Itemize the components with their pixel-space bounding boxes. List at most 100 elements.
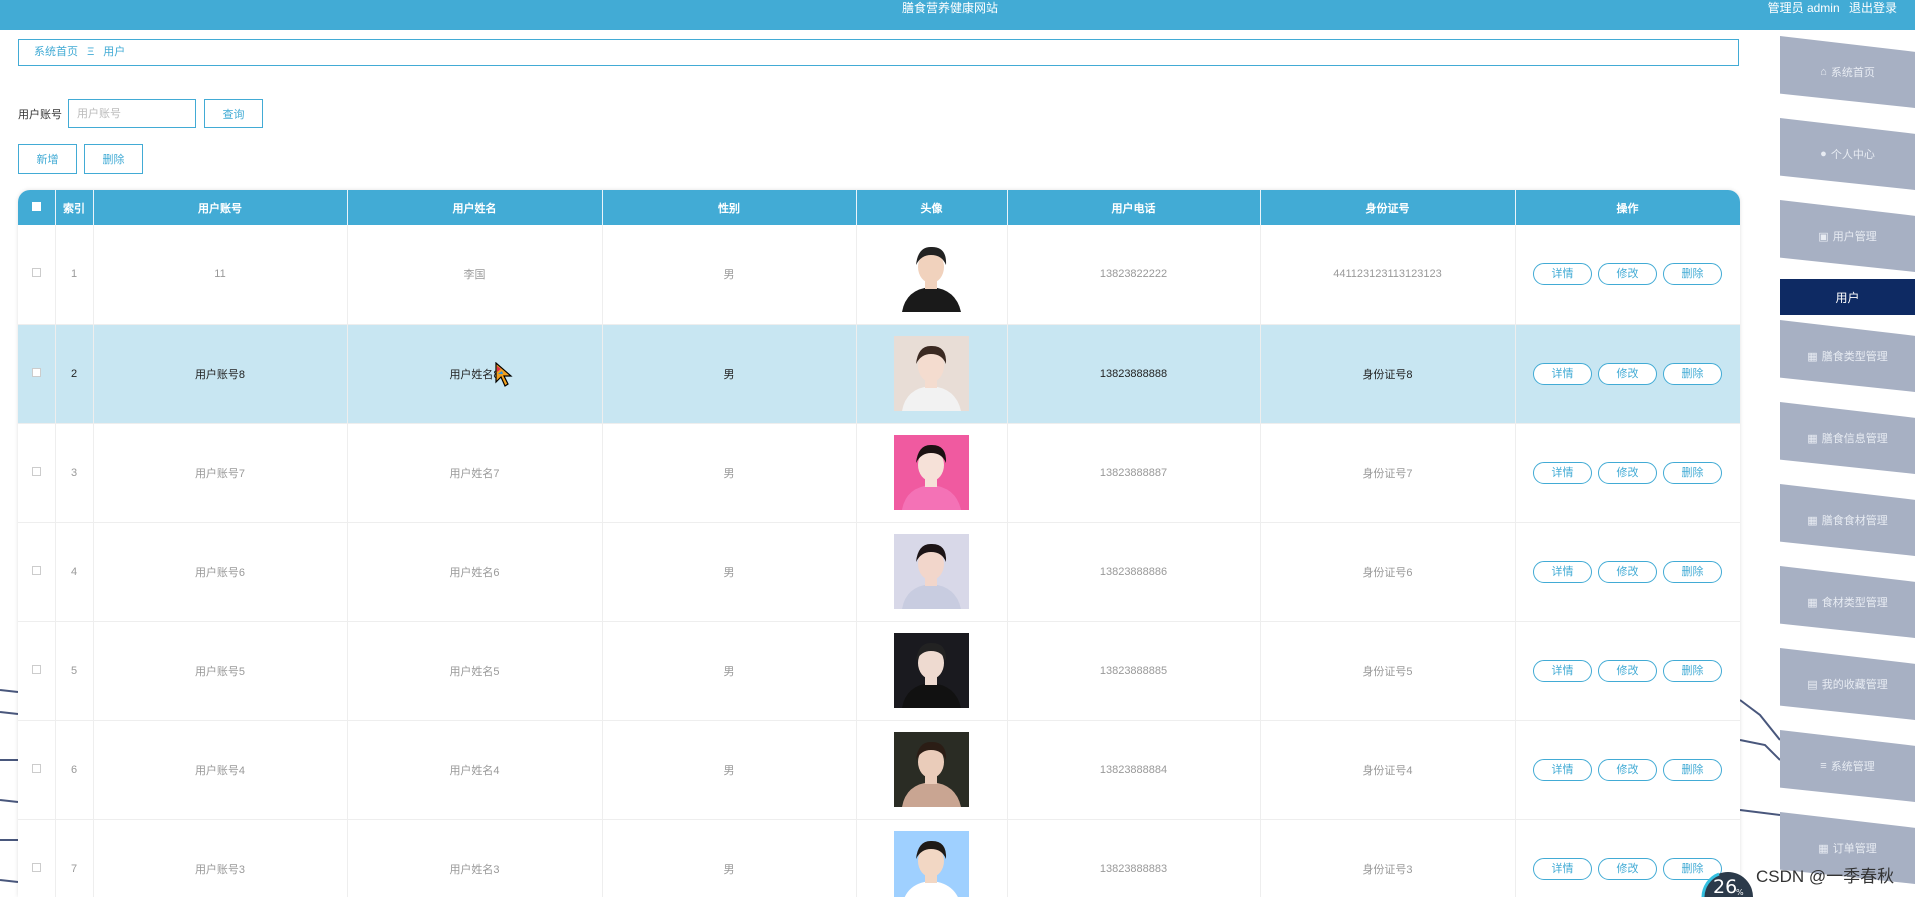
- delete-button[interactable]: 删除: [1663, 560, 1722, 583]
- table-row[interactable]: 1 11 李国男 13823822222 441123123113123123 详情 修改删…: [18, 225, 1740, 325]
- add-button[interactable]: 新增: [18, 144, 77, 174]
- table-header: 索引 用户账号 用户姓名 性别 头像 用户电话 身份证号 操作: [18, 190, 1740, 225]
- id-card-cell: 身份证号3: [1260, 819, 1516, 897]
- table-row[interactable]: 2 用户账号8 用户姓名8 男 13823888888 身份证号8 详情 修改 删除: [18, 324, 1740, 424]
- phone-cell: 13823822222: [1007, 225, 1261, 325]
- phone-cell: 13823888883: [1007, 819, 1261, 897]
- search-button[interactable]: 查询: [204, 99, 263, 128]
- grid-icon: ▦: [1807, 596, 1818, 609]
- avatar: [894, 336, 969, 411]
- index-cell: 5: [55, 621, 94, 721]
- sidebar: ⌂ 系统首页 ● 个人中心 ▣ 用户管理 用户 ▦ 膳食类型管理 ▦ 膳食信息管理 ▦ 膳食…: [1780, 30, 1915, 897]
- table-row[interactable]: 6 用户账号4 用户姓名4 男 13823888884 身份证号4 详情 修改 删除: [18, 720, 1740, 820]
- detail-button[interactable]: 详情: [1533, 560, 1592, 583]
- gauge-value: 26: [1713, 876, 1737, 897]
- phone-cell: 13823888887: [1007, 423, 1261, 523]
- edit-button[interactable]: 修改: [1598, 758, 1657, 781]
- detail-button[interactable]: 详情: [1533, 362, 1592, 385]
- index-cell: 1: [55, 225, 94, 325]
- breadcrumb-current: 用户: [103, 46, 126, 58]
- sidebar-item-user[interactable]: 用户: [1780, 279, 1915, 315]
- avatar: [894, 633, 969, 708]
- grid-icon: ▦: [1807, 514, 1818, 527]
- batch-delete-button[interactable]: 删除: [84, 144, 143, 174]
- delete-button[interactable]: 删除: [1663, 758, 1722, 781]
- name-cell: 用户姓名6: [347, 522, 603, 622]
- account-cell: 用户账号8: [93, 324, 348, 424]
- row-select-cell: [18, 324, 56, 424]
- actions-cell: 详情 修改 删除: [1515, 720, 1740, 820]
- account-cell: 用户账号4: [93, 720, 348, 820]
- row-checkbox[interactable]: [31, 268, 41, 278]
- row-checkbox[interactable]: [31, 466, 41, 476]
- table-row[interactable]: 3 用户账号7 用户姓名7 男 13823888887 身份证号7 详情 修改 删除: [18, 423, 1740, 523]
- avatar-cell: [856, 522, 1008, 622]
- table-icon: ▦: [1818, 842, 1829, 855]
- detail-button[interactable]: 详情: [1533, 461, 1592, 484]
- sidebar-item-meal-type[interactable]: ▦ 膳食类型管理: [1780, 320, 1915, 392]
- name-cell: 用户姓名8: [347, 324, 603, 424]
- sidebar-item-system[interactable]: ≡ 系统管理: [1780, 730, 1915, 802]
- account-cell: 11: [93, 225, 348, 325]
- edit-button[interactable]: 修改: [1598, 362, 1657, 385]
- column-header: 用户账号: [93, 190, 348, 225]
- sidebar-item-ingredient-type[interactable]: ▦ 食材类型管理: [1780, 566, 1915, 638]
- table-row[interactable]: 7 用户账号3 用户姓名3 男 13823888883 身份证号3 详情 修改 删除: [18, 819, 1740, 897]
- row-select-cell: [18, 621, 56, 721]
- sidebar-item-meal-ingredient[interactable]: ▦ 膳食食材管理: [1780, 484, 1915, 556]
- index-cell: 3: [55, 423, 94, 523]
- delete-button[interactable]: 删除: [1663, 263, 1722, 286]
- breadcrumb-home[interactable]: 系统首页: [34, 46, 78, 58]
- row-checkbox[interactable]: [31, 565, 41, 575]
- phone-cell: 13823888888: [1007, 324, 1261, 424]
- admin-label: 管理员 admin: [1767, 1, 1840, 15]
- row-checkbox[interactable]: [31, 763, 41, 773]
- gender-cell: 男: [602, 423, 857, 523]
- delete-button[interactable]: 删除: [1663, 362, 1722, 385]
- briefcase-icon: ▣: [1818, 230, 1829, 243]
- account-cell: 用户账号6: [93, 522, 348, 622]
- avatar-cell: [856, 225, 1008, 325]
- id-card-cell: 441123123113123123: [1260, 225, 1516, 325]
- edit-button[interactable]: 修改: [1598, 659, 1657, 682]
- logout-link[interactable]: 退出登录: [1849, 1, 1897, 15]
- sidebar-item-profile[interactable]: ● 个人中心: [1780, 118, 1915, 190]
- edit-button[interactable]: 修改: [1598, 560, 1657, 583]
- action-bar: 新增 删除: [18, 144, 143, 174]
- sidebar-item-label: 膳食信息管理: [1821, 433, 1888, 445]
- row-select-cell: [18, 423, 56, 523]
- actions-cell: 详情 修改 删除: [1515, 324, 1740, 424]
- column-header: 用户姓名: [347, 190, 603, 225]
- sidebar-item-user-management[interactable]: ▣ 用户管理: [1780, 200, 1915, 272]
- delete-button[interactable]: 删除: [1663, 659, 1722, 682]
- edit-button[interactable]: 修改: [1598, 263, 1657, 286]
- avatar-cell: [856, 324, 1008, 424]
- performance-gauge: 26 %: [1701, 872, 1753, 897]
- search-bar: 用户账号 查询: [18, 99, 263, 128]
- row-checkbox[interactable]: [31, 862, 41, 872]
- sidebar-item-home[interactable]: ⌂ 系统首页: [1780, 36, 1915, 108]
- edit-button[interactable]: 修改: [1598, 461, 1657, 484]
- avatar-cell: [856, 819, 1008, 897]
- delete-button[interactable]: 删除: [1663, 461, 1722, 484]
- table-row[interactable]: 5 用户账号5 用户姓名5 男 13823888885 身份证号5 详情 修改 删除: [18, 621, 1740, 721]
- column-header: 身份证号: [1260, 190, 1516, 225]
- sidebar-item-label: 膳食类型管理: [1821, 351, 1888, 363]
- detail-button[interactable]: 详情: [1533, 659, 1592, 682]
- row-checkbox[interactable]: [31, 664, 41, 674]
- detail-button[interactable]: 详情: [1533, 758, 1592, 781]
- sidebar-item-label: 个人中心: [1830, 149, 1875, 161]
- search-input[interactable]: [68, 99, 196, 128]
- table-row[interactable]: 4 用户账号6 用户姓名6 男 13823888886 身份证号6 详情 修改 删除: [18, 522, 1740, 622]
- detail-button[interactable]: 详情: [1533, 857, 1592, 880]
- sidebar-item-favorites[interactable]: ▤ 我的收藏管理: [1780, 648, 1915, 720]
- avatar: [894, 236, 969, 312]
- detail-button[interactable]: 详情: [1533, 263, 1592, 286]
- select-all-checkbox[interactable]: [31, 201, 41, 211]
- sidebar-item-label: 订单管理: [1832, 843, 1877, 855]
- sidebar-item-meal-info[interactable]: ▦ 膳食信息管理: [1780, 402, 1915, 474]
- edit-button[interactable]: 修改: [1598, 857, 1657, 880]
- row-checkbox[interactable]: [31, 367, 41, 377]
- avatar: [894, 435, 969, 510]
- select-all-header: [18, 190, 56, 225]
